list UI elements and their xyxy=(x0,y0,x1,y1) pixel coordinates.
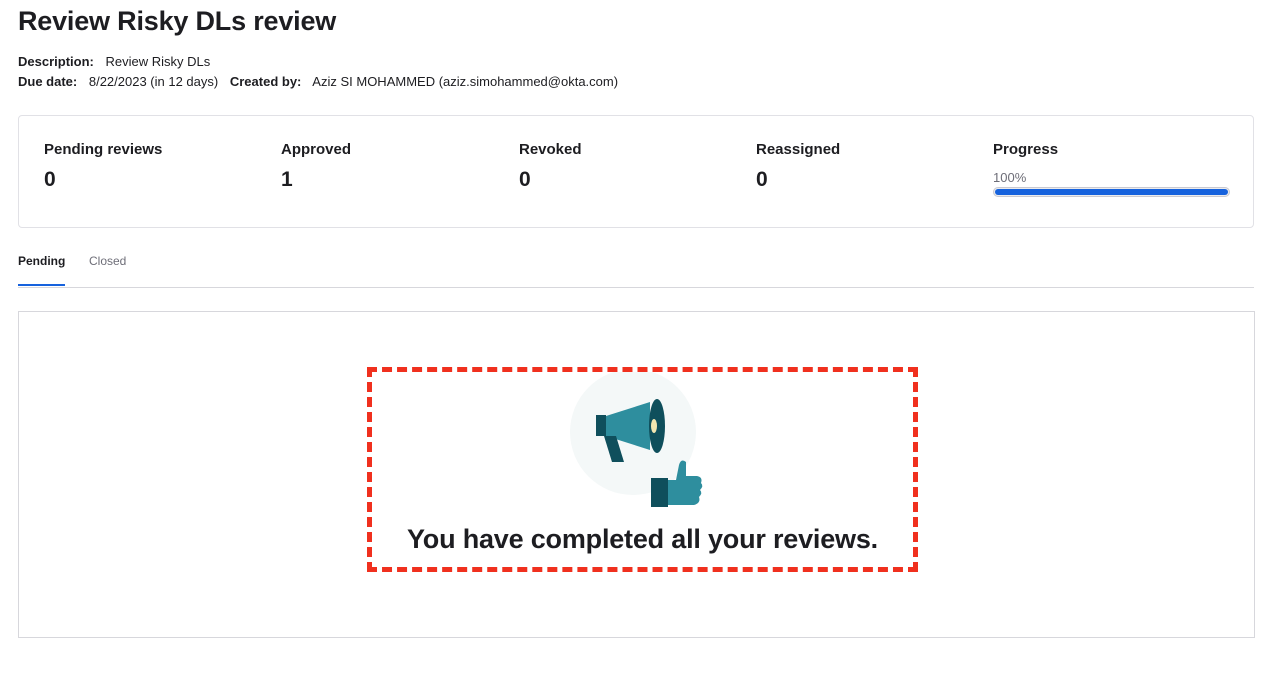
access-review-page: Review Risky DLs review Description: Rev… xyxy=(0,0,1280,681)
megaphone-thumbs-up-icon xyxy=(570,372,703,507)
stat-label: Pending reviews xyxy=(44,141,163,158)
stat-pending-reviews: Pending reviews 0 xyxy=(44,141,162,192)
due-date-label: Due date: xyxy=(18,74,78,89)
stat-value: 0 xyxy=(44,168,56,191)
page-title: Review Risky DLs review xyxy=(18,6,337,36)
stat-progress: Progress 100% xyxy=(993,141,1230,197)
stat-reassigned: Reassigned 0 xyxy=(756,141,840,192)
progress-bar-fill xyxy=(995,189,1228,195)
stat-value: 0 xyxy=(756,168,768,191)
review-tabs: Pending Closed xyxy=(18,246,1254,288)
tab-closed[interactable]: Closed xyxy=(89,254,126,268)
due-date-value: 8/22/2023 (in 12 days) xyxy=(88,74,219,89)
stat-revoked: Revoked 0 xyxy=(519,141,582,192)
description-value: Review Risky DLs xyxy=(105,54,211,69)
created-by-label: Created by: xyxy=(229,74,302,89)
stat-approved: Approved 1 xyxy=(281,141,351,192)
stat-label: Reassigned xyxy=(756,141,841,158)
progress-bar xyxy=(993,187,1230,197)
description-label: Description: xyxy=(18,54,94,69)
completed-reviews-message: You have completed all your reviews. xyxy=(407,524,878,554)
stat-value: 1 xyxy=(281,168,293,191)
due-created-line: Due date: 8/22/2023 (in 12 days) Created… xyxy=(18,74,618,89)
stat-value: 0 xyxy=(519,168,531,191)
description-line: Description: Review Risky DLs xyxy=(18,54,210,69)
created-by-value: Aziz SI MOHAMMED (aziz.simohammed@okta.c… xyxy=(312,74,619,89)
stat-label: Approved xyxy=(281,141,352,158)
review-stats-card: Pending reviews 0 Approved 1 Revoked 0 R… xyxy=(18,115,1254,228)
stat-label: Revoked xyxy=(519,141,582,158)
stat-label: Progress xyxy=(993,141,1059,158)
progress-percent: 100% xyxy=(993,170,1027,185)
tab-pending[interactable]: Pending xyxy=(18,254,65,286)
